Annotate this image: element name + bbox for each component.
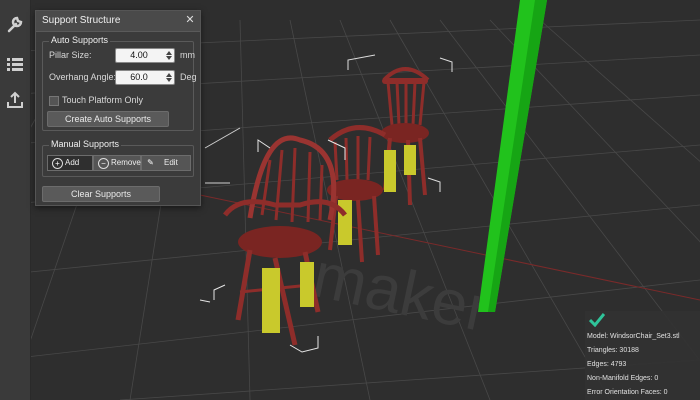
support-structure-panel: Support Structure ✕ Auto Supports Pillar… bbox=[35, 10, 201, 206]
overhang-angle-input[interactable]: 60.0 bbox=[115, 70, 175, 85]
non-manifold-edges: Non-Manifold Edges: 0 bbox=[587, 375, 659, 382]
list-icon[interactable] bbox=[3, 52, 27, 76]
model-name: Model: WindsorChair_Set3.stl bbox=[587, 333, 680, 340]
check-icon bbox=[588, 313, 606, 329]
plus-icon: + bbox=[52, 158, 63, 169]
triangle-count: Triangles: 30188 bbox=[587, 347, 639, 354]
touch-platform-label: Touch Platform Only bbox=[62, 95, 144, 105]
edge-count: Edges: 4793 bbox=[587, 361, 627, 368]
pillar-size-label: Pillar Size: bbox=[49, 50, 92, 60]
minus-icon: − bbox=[98, 158, 109, 169]
create-auto-supports-button[interactable]: Create Auto Supports bbox=[47, 111, 169, 127]
panel-header: Support Structure ✕ bbox=[36, 11, 200, 32]
manual-supports-title: Manual Supports bbox=[49, 139, 122, 149]
wrench-icon[interactable] bbox=[3, 12, 27, 36]
tool-rail bbox=[0, 0, 31, 400]
edit-support-button[interactable]: ✎ Edit bbox=[141, 155, 191, 171]
close-icon[interactable]: ✕ bbox=[184, 14, 196, 26]
error-orientation-faces: Error Orientation Faces: 0 bbox=[587, 389, 668, 396]
model-stats-panel: Model: WindsorChair_Set3.stl Triangles: … bbox=[585, 311, 700, 400]
pillar-size-spinner[interactable] bbox=[165, 50, 173, 61]
auto-supports-group: Auto Supports Pillar Size: 4.00 mm Overh… bbox=[42, 35, 197, 131]
clear-supports-button[interactable]: Clear Supports bbox=[42, 186, 160, 202]
pillar-size-unit: mm bbox=[180, 50, 195, 60]
overhang-angle-label: Overhang Angle: bbox=[49, 72, 117, 82]
pencil-icon: ✎ bbox=[147, 158, 154, 167]
touch-platform-checkbox[interactable] bbox=[49, 96, 59, 106]
pillar-size-input[interactable]: 4.00 bbox=[115, 48, 175, 63]
export-icon[interactable] bbox=[3, 88, 27, 112]
overhang-angle-unit: Deg bbox=[180, 72, 197, 82]
overhang-angle-spinner[interactable] bbox=[165, 72, 173, 83]
auto-supports-title: Auto Supports bbox=[49, 35, 111, 45]
panel-title: Support Structure bbox=[42, 15, 121, 26]
manual-supports-group: Manual Supports + Add − Remove ✎ Edit bbox=[42, 139, 194, 177]
remove-support-button[interactable]: − Remove bbox=[93, 155, 141, 171]
add-support-button[interactable]: + Add bbox=[47, 155, 93, 171]
